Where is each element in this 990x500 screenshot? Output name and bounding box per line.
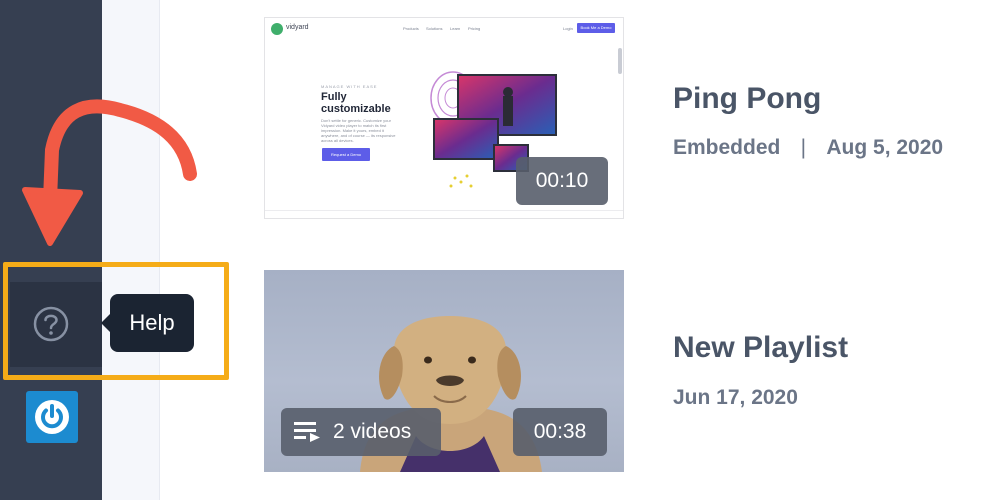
thumbnail-logo-text: vidyard: [286, 24, 309, 31]
video-title[interactable]: Ping Pong: [673, 82, 821, 116]
playlist-count: 2 videos: [333, 420, 412, 443]
thumbnail-body-copy: Don't settle for generic. Customize your…: [321, 118, 396, 143]
video-date: Aug 5, 2020: [826, 136, 944, 159]
help-tooltip: Help: [101, 294, 194, 352]
thumbnail-kicker: MANAGE WITH EASE: [321, 84, 378, 89]
annotation-arrow: [22, 99, 197, 246]
power-icon: [35, 400, 69, 434]
video-source: Embedded: [673, 136, 781, 159]
vidyard-logo-icon: [271, 23, 283, 35]
thumbnail-nav-link: Solutions: [426, 26, 443, 31]
video-meta: Embedded | Aug 5, 2020: [673, 136, 943, 160]
thumbnail-cta: Book Me a Demo: [577, 23, 615, 33]
thumbnail-scrollbar: [618, 48, 622, 74]
thumbnail-nav-link: Learn: [450, 26, 461, 31]
thumbnail-nav-link: Pricing: [468, 26, 481, 31]
thumbnail-headline: Fully customizable: [321, 91, 391, 115]
playlist-date: Jun 17, 2020: [673, 386, 798, 409]
power-button[interactable]: [26, 391, 78, 443]
playlist-title[interactable]: New Playlist: [673, 331, 848, 365]
meta-separator: |: [800, 136, 807, 159]
thumbnail-site-nav: vidyard Products Solutions Learn Pricing…: [265, 18, 623, 40]
thumbnail-player-bar: [265, 210, 623, 218]
playlist-count-badge: 2 videos: [281, 408, 441, 456]
duration-badge: 00:10: [516, 157, 608, 205]
duration-badge: 00:38: [513, 408, 607, 456]
thumbnail-hero-button: Request a Demo: [322, 148, 370, 161]
thumbnail-nav-link: Products: [403, 26, 419, 31]
thumbnail-nav-link: Login: [563, 26, 573, 31]
playlist-icon: [294, 422, 320, 442]
